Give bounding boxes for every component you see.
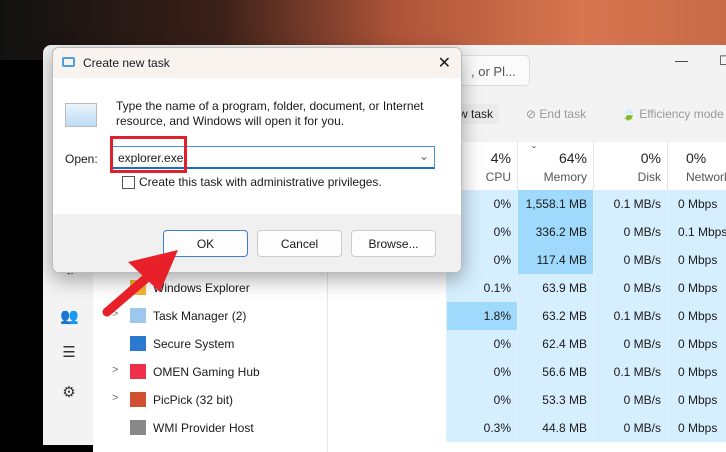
red-arrow-annotation bbox=[102, 250, 178, 317]
